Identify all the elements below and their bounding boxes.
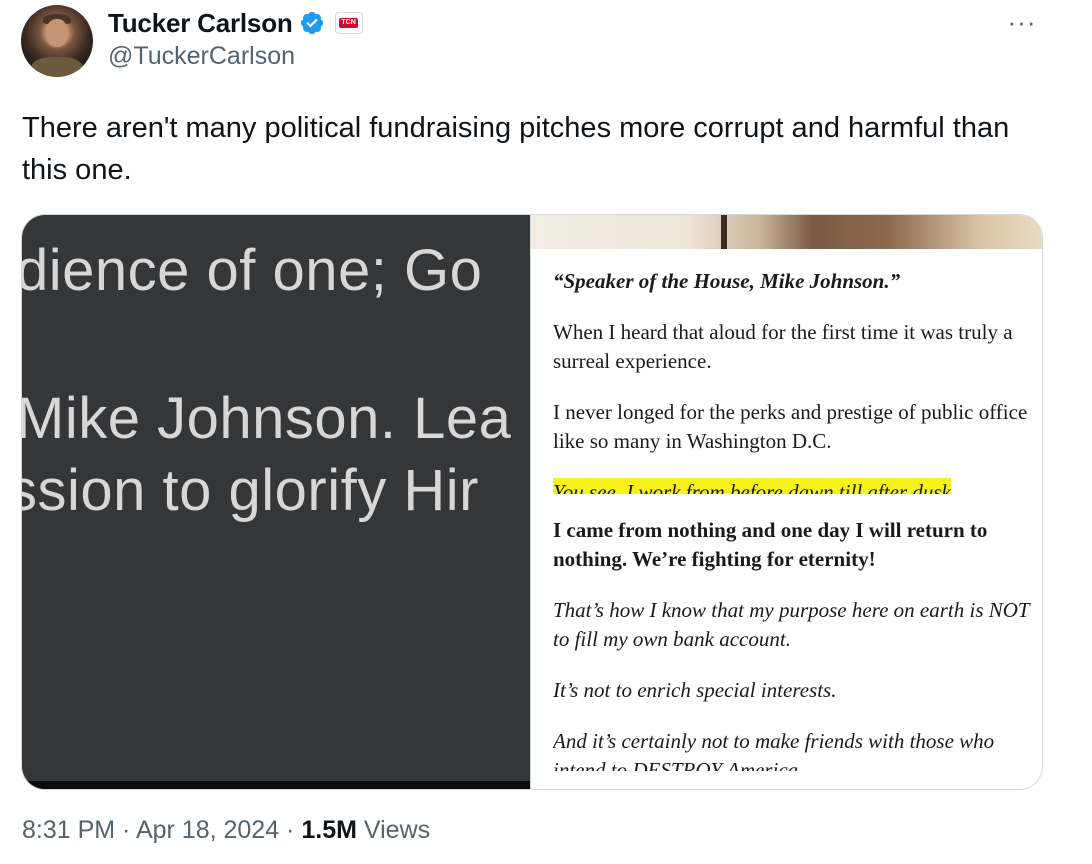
affiliate-badge-label: TCN (339, 18, 358, 28)
book-highlight: You see, I work from before dawn till af… (553, 478, 951, 494)
tweet-meta: 8:31 PM · Apr 18, 2024 · 1.5M Views (22, 816, 430, 845)
meta-separator: · (279, 816, 302, 844)
tweet-text: There aren't many political fundraising … (22, 112, 1010, 186)
book-page-text: “Speaker of the House, Mike Johnson.” Wh… (553, 267, 1033, 789)
media-photo-strip (531, 215, 1042, 249)
book-paragraph-5: It’s not to enrich special interests. (553, 678, 837, 702)
media-left-line-1: dience of one; Go (22, 238, 483, 303)
author-display-name[interactable]: Tucker Carlson (108, 8, 293, 39)
views-label: Views (356, 816, 431, 844)
views-count[interactable]: 1.5M (301, 816, 357, 844)
book-paragraph-1: When I heard that aloud for the first ti… (553, 320, 1013, 373)
avatar[interactable] (21, 5, 93, 77)
media-left-line-3: ssion to glorify Hir (22, 458, 479, 523)
book-quote: “Speaker of the House, Mike Johnson.” (553, 269, 901, 293)
media-left-bottom-bar (22, 781, 530, 789)
verified-badge-icon[interactable] (299, 10, 325, 36)
author-name-row: Tucker Carlson TCN (108, 6, 363, 40)
book-highlight-wrap: You see, I work from before dawn till af… (553, 478, 1033, 494)
tweet-media[interactable]: dience of one; Go Mike Johnson. Lea ssio… (21, 214, 1043, 790)
more-options-button[interactable]: ··· (1002, 7, 1042, 37)
book-paragraph-2: I never longed for the perks and prestig… (553, 400, 1028, 453)
book-paragraph-3: I came from nothing and one day I will r… (553, 518, 988, 571)
media-image-right[interactable]: “Speaker of the House, Mike Johnson.” Wh… (531, 215, 1042, 789)
avatar-shirt (31, 57, 83, 77)
media-image-left[interactable]: dience of one; Go Mike Johnson. Lea ssio… (22, 215, 531, 789)
avatar-face (46, 19, 68, 47)
tweet: Tucker Carlson TCN @TuckerCarlson ··· Th… (0, 0, 1092, 864)
book-paragraph-4: That’s how I know that my purpose here o… (553, 598, 1030, 651)
media-left-line-2: Mike Johnson. Lea (22, 386, 512, 451)
affiliate-badge[interactable]: TCN (334, 12, 363, 34)
book-paragraph-6: And it’s certainly not to make friends w… (553, 729, 995, 771)
tweet-date[interactable]: Apr 18, 2024 (136, 816, 279, 844)
author-handle[interactable]: @TuckerCarlson (108, 42, 295, 71)
meta-separator: · (115, 816, 136, 844)
media-photo-post (721, 215, 727, 249)
tweet-time[interactable]: 8:31 PM (22, 816, 115, 844)
